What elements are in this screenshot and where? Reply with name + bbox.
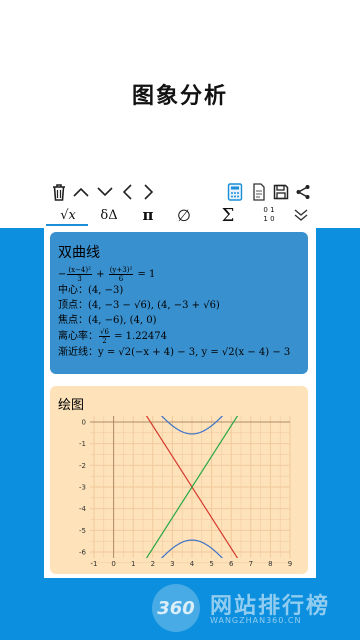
vertices-line: 顶点：(4, −3 − √6), (4, −3 + √6) — [58, 300, 220, 311]
tab-pi[interactable]: π — [136, 204, 160, 226]
result-card: 双曲线 − (x−4)² 3 + (y+3)² 6 = 1 中心：(4, −3) 顶点… — [50, 232, 308, 374]
equation-line: − (x−4)² 3 + (y+3)² 6 = 1 — [58, 266, 156, 283]
x-tick-label: 9 — [288, 560, 292, 568]
plot-card: 绘图 -1 0 1 2 3 4 5 6 7 8 9 0 -1 -2 -3 -4 -5 -6 — [50, 386, 308, 574]
foci-line: 焦点：(4, −6), (4, 0) — [58, 315, 157, 326]
save-icon[interactable] — [270, 180, 292, 204]
hyperbola-plot[interactable]: -1 0 1 2 3 4 5 6 7 8 9 0 -1 -2 -3 -4 -5 -6 — [58, 416, 300, 568]
x-tick-label: 5 — [209, 560, 213, 568]
tab-empty-set[interactable]: ∅ — [172, 204, 196, 226]
x-tick-label: 3 — [170, 560, 174, 568]
fraction-x: (x−4)² 3 — [67, 266, 92, 283]
chevron-right-icon[interactable] — [138, 180, 160, 204]
page-heading: 图象分析 — [131, 84, 228, 109]
plot-title: 绘图 — [58, 398, 85, 413]
matrix-row-top: 0 1 — [263, 206, 275, 214]
active-tab-indicator — [46, 224, 88, 226]
trash-icon[interactable] — [48, 180, 70, 204]
tab-matrix[interactable]: 0 1 1 0 — [256, 204, 282, 226]
x-tick-label: 1 — [131, 560, 135, 568]
calculator-icon[interactable] — [224, 180, 246, 204]
x-tick-label: 0 — [111, 560, 115, 568]
document-icon[interactable] — [248, 180, 270, 204]
tab-sqrt[interactable]: √x — [50, 204, 86, 226]
y-tick-label: -1 — [79, 440, 86, 448]
tab-delta[interactable]: δΔ — [94, 204, 124, 226]
share-icon[interactable] — [292, 180, 314, 204]
more-icon[interactable] — [290, 204, 312, 226]
eccentricity-line: 离心率： √6 2 = 1.22474 — [58, 328, 168, 345]
tab-sigma[interactable]: Σ — [216, 204, 240, 226]
y-tick-label: -4 — [79, 505, 87, 513]
watermark: 360 网站排行榜 WANGZHAN360.CN — [150, 584, 360, 634]
y-tick-label: -2 — [79, 462, 86, 470]
x-tick-label: 7 — [249, 560, 253, 568]
x-tick-label: 2 — [151, 560, 155, 568]
x-tick-label: 6 — [229, 560, 234, 568]
y-tick-label: -3 — [79, 484, 86, 492]
center-line: 中心：(4, −3) — [58, 285, 124, 296]
y-tick-label: -6 — [79, 549, 87, 557]
matrix-row-bottom: 1 0 — [263, 215, 275, 223]
x-tick-label: 4 — [190, 560, 195, 568]
result-title: 双曲线 — [58, 245, 100, 261]
asymptotes-line: 渐近线：y = √2(−x + 4) − 3, y = √2(x − 4) − … — [58, 347, 291, 358]
app-screen: √x δΔ π ∅ Σ 0 1 1 0 双曲线 − (x−4)² 3 + (y+3)… — [44, 176, 316, 578]
x-tick-label: -1 — [91, 560, 98, 568]
chevron-down-icon[interactable] — [94, 180, 116, 204]
x-tick-label: 8 — [268, 560, 272, 568]
chevron-up-icon[interactable] — [70, 180, 92, 204]
chevron-left-icon[interactable] — [116, 180, 138, 204]
top-toolbar — [44, 180, 316, 206]
y-tick-label: -5 — [79, 527, 86, 535]
y-tick-label: 0 — [82, 419, 86, 427]
fraction-y: (y+3)² 6 — [108, 266, 134, 283]
watermark-logo: 360 — [152, 584, 200, 632]
watermark-subtext: WANGZHAN360.CN — [210, 616, 302, 625]
